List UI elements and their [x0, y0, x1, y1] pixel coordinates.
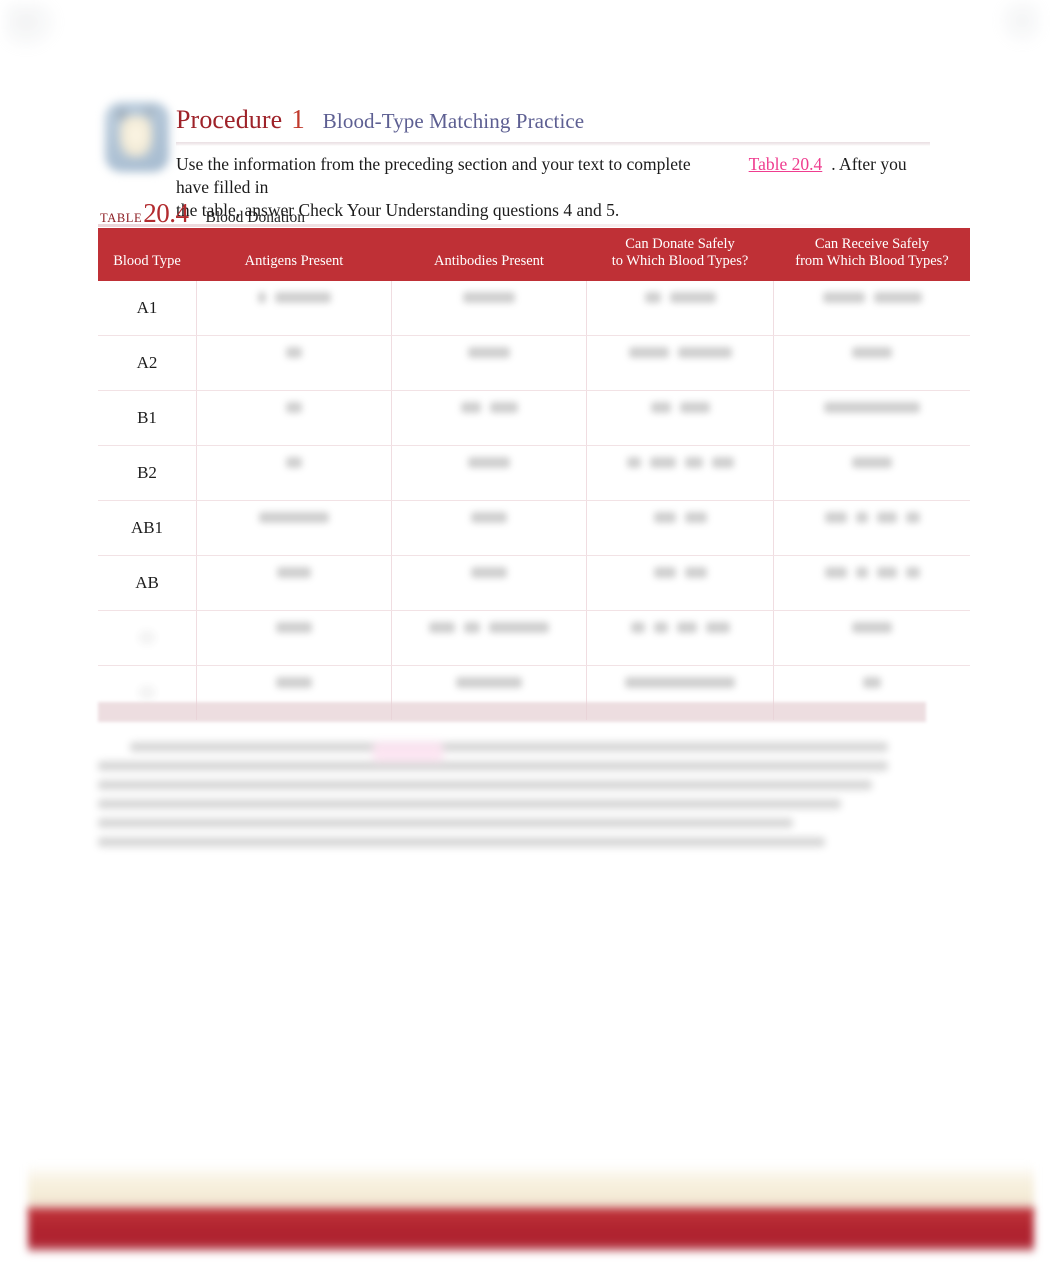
- cell-antibodies[interactable]: [391, 610, 587, 666]
- table-row[interactable]: A2: [98, 335, 970, 391]
- table-caption-divider: [98, 224, 926, 227]
- page-corner-mark-top-left: [4, 2, 60, 52]
- badge-inner-glow: [119, 116, 153, 158]
- cell-antigens[interactable]: [196, 445, 392, 501]
- cell-can-donate[interactable]: [586, 390, 774, 446]
- cell-can-donate[interactable]: [586, 335, 774, 391]
- cell-blood-type-label: O: [140, 682, 154, 702]
- cell-blood-type: AB: [98, 555, 197, 611]
- cell-blood-type: B1: [98, 390, 197, 446]
- cell-antibodies[interactable]: [391, 390, 587, 446]
- cell-blood-type: B2: [98, 445, 197, 501]
- procedure-badge-icon: [98, 94, 176, 180]
- table-row[interactable]: O: [98, 610, 970, 666]
- cell-can-receive[interactable]: [773, 335, 970, 391]
- table-body: A1 A2 B1 B2 AB1 AB O O: [98, 280, 970, 720]
- cell-blood-type: A2: [98, 335, 197, 391]
- bottom-note-highlight: [373, 742, 443, 762]
- cell-antigens[interactable]: [196, 555, 392, 611]
- column-header-can-receive-line1: Can Receive Safely: [814, 236, 930, 252]
- column-header-can-receive-line2: from Which Blood Types?: [795, 253, 949, 270]
- cell-antigens[interactable]: [196, 280, 392, 336]
- table-row[interactable]: A1: [98, 280, 970, 336]
- column-header-can-donate-line1: Can Donate Safely: [625, 236, 735, 252]
- cell-can-donate[interactable]: [586, 445, 774, 501]
- cell-blood-type: A1: [98, 280, 197, 336]
- table-row[interactable]: B2: [98, 445, 970, 501]
- table-reference-link[interactable]: Table 20.4: [749, 154, 823, 174]
- cell-antibodies[interactable]: [391, 555, 587, 611]
- table-bottom-band: [98, 702, 926, 722]
- procedure-divider: [176, 142, 930, 146]
- blood-donation-table: Blood Type Antigens Present Antibodies P…: [98, 228, 970, 720]
- table-header: Blood Type Antigens Present Antibodies P…: [98, 228, 970, 281]
- cell-blood-type: O: [98, 610, 197, 666]
- cell-can-receive[interactable]: [773, 500, 970, 556]
- cell-can-donate[interactable]: [586, 610, 774, 666]
- cell-antibodies[interactable]: [391, 500, 587, 556]
- table-row[interactable]: AB1: [98, 500, 970, 556]
- bottom-note-paragraph: [98, 742, 888, 856]
- procedure-subtitle: Blood-Type Matching Practice: [322, 109, 585, 133]
- table-row[interactable]: AB: [98, 555, 970, 611]
- cell-can-donate[interactable]: [586, 280, 774, 336]
- cell-antibodies[interactable]: [391, 445, 587, 501]
- procedure-description-part1: Use the information from the preceding s…: [176, 154, 691, 174]
- page-corner-mark-top-right: [998, 0, 1042, 46]
- procedure-title: Procedure 1 Blood-Type Matching Practice: [176, 92, 930, 133]
- table-header-row: Blood Type Antigens Present Antibodies P…: [98, 228, 970, 281]
- cell-antigens[interactable]: [196, 610, 392, 666]
- cell-can-receive[interactable]: [773, 555, 970, 611]
- column-header-can-receive: Can Receive Safely from Which Blood Type…: [773, 228, 970, 281]
- table-row[interactable]: B1: [98, 390, 970, 446]
- footer-red-bar: [28, 1208, 1034, 1252]
- procedure-number: 1: [291, 104, 305, 134]
- cell-can-receive[interactable]: [773, 610, 970, 666]
- cell-can-receive[interactable]: [773, 390, 970, 446]
- cell-can-donate[interactable]: [586, 500, 774, 556]
- cell-antigens[interactable]: [196, 390, 392, 446]
- cell-blood-type: AB1: [98, 500, 197, 556]
- cell-blood-type-label: O: [140, 627, 154, 647]
- column-header-can-donate: Can Donate Safely to Which Blood Types?: [586, 228, 774, 281]
- column-header-can-donate-line2: to Which Blood Types?: [611, 253, 749, 270]
- cell-can-receive[interactable]: [773, 280, 970, 336]
- cell-can-donate[interactable]: [586, 555, 774, 611]
- footer-cream-bar: [28, 1164, 1034, 1212]
- cell-antigens[interactable]: [196, 335, 392, 391]
- column-header-blood-type: Blood Type: [98, 228, 197, 281]
- cell-antigens[interactable]: [196, 500, 392, 556]
- column-header-antibodies: Antibodies Present: [391, 228, 587, 281]
- procedure-word: Procedure: [176, 105, 283, 134]
- cell-antibodies[interactable]: [391, 280, 587, 336]
- cell-antibodies[interactable]: [391, 335, 587, 391]
- cell-can-receive[interactable]: [773, 445, 970, 501]
- column-header-antigens: Antigens Present: [196, 228, 392, 281]
